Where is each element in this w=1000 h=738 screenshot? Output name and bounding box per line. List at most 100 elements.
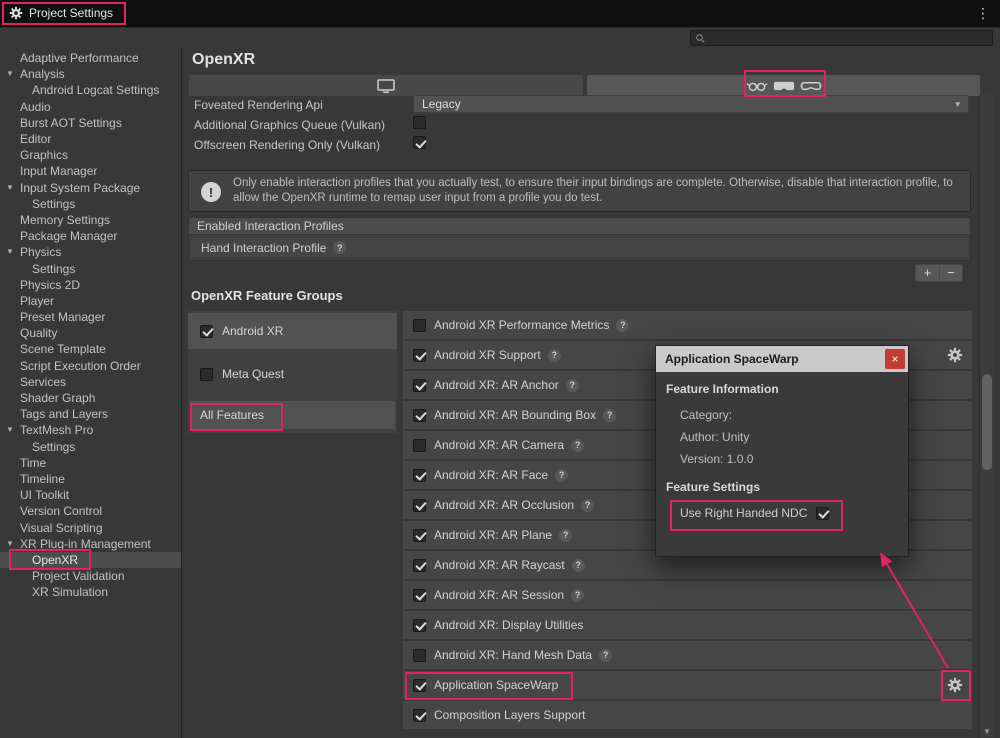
sidebar-item-label: Editor [20,132,51,146]
kebab-menu-icon[interactable]: ⋮ [976,5,990,22]
sidebar-item-package-manager[interactable]: Package Manager [0,228,181,244]
help-icon[interactable]: ? [571,589,584,602]
sidebar-item-settings[interactable]: Settings [0,196,181,212]
help-icon[interactable]: ? [555,469,568,482]
sidebar-item-preset-manager[interactable]: Preset Manager [0,309,181,325]
help-icon[interactable]: ? [572,559,585,572]
sidebar-item-scene-template[interactable]: Scene Template [0,341,181,357]
sidebar-item-services[interactable]: Services [0,374,181,390]
feature-row-android-xr-performance-metrics[interactable]: Android XR Performance Metrics? [403,311,972,339]
sidebar-item-input-system-package[interactable]: ▼Input System Package [0,180,181,196]
use-right-handed-ndc-checkbox[interactable] [816,507,829,520]
search-box[interactable] [690,30,993,46]
feature-row-android-xr-hand-mesh-data[interactable]: Android XR: Hand Mesh Data? [403,641,972,669]
sidebar-item-android-logcat-settings[interactable]: Android Logcat Settings [0,82,181,98]
additional-graphics-queue-checkbox[interactable] [413,116,426,129]
sidebar-item-analysis[interactable]: ▼Analysis [0,66,181,82]
help-icon[interactable]: ? [599,649,612,662]
feature-checkbox[interactable] [413,589,426,602]
foveated-rendering-api-dropdown[interactable]: Legacy ▾ [413,95,969,113]
gear-icon[interactable] [947,677,963,693]
feature-row-application-spacewarp[interactable]: Application SpaceWarp [403,671,972,699]
feature-checkbox[interactable] [413,529,426,542]
sidebar-item-shader-graph[interactable]: Shader Graph [0,390,181,406]
popup-close-button[interactable]: × [885,349,905,369]
sidebar-item-memory-settings[interactable]: Memory Settings [0,212,181,228]
feature-label: Android XR: Display Utilities [434,618,583,632]
feature-checkbox[interactable] [413,679,426,692]
feature-checkbox[interactable] [413,469,426,482]
feature-checkbox[interactable] [413,409,426,422]
feature-checkbox[interactable] [413,379,426,392]
feature-information-heading: Feature Information [666,382,779,396]
feature-checkbox[interactable] [413,559,426,572]
foldout-arrow-icon[interactable]: ▼ [6,183,14,192]
scrollbar-thumb[interactable] [982,374,992,470]
feature-row-composition-layers-support[interactable]: Composition Layers Support [403,701,972,729]
feature-group-label: Android XR [222,324,283,338]
foldout-arrow-icon[interactable]: ▼ [6,539,14,548]
all-features-button[interactable]: All Features [190,401,395,429]
sidebar-item-editor[interactable]: Editor [0,131,181,147]
help-icon[interactable]: ? [548,349,561,362]
feature-row-android-xr-display-utilities[interactable]: Android XR: Display Utilities [403,611,972,639]
sidebar-item-timeline[interactable]: Timeline [0,471,181,487]
feature-group-checkbox[interactable] [200,325,213,338]
sidebar-item-input-manager[interactable]: Input Manager [0,163,181,179]
sidebar-item-openxr[interactable]: OpenXR [0,552,181,568]
foldout-arrow-icon[interactable]: ▼ [6,425,14,434]
sidebar-item-script-execution-order[interactable]: Script Execution Order [0,358,181,374]
tab-desktop-platform[interactable] [188,74,584,97]
feature-group-meta-quest[interactable]: Meta Quest [188,357,397,391]
sidebar-item-quality[interactable]: Quality [0,325,181,341]
sidebar-item-audio[interactable]: Audio [0,99,181,115]
feature-group-android-xr[interactable]: Android XR [188,313,397,349]
help-icon[interactable]: ? [581,499,594,512]
sidebar-item-burst-aot-settings[interactable]: Burst AOT Settings [0,115,181,131]
sidebar-item-project-validation[interactable]: Project Validation [0,568,181,584]
sidebar-item-xr-plug-in-management[interactable]: ▼XR Plug-in Management [0,536,181,552]
vertical-scrollbar[interactable]: ▼ [979,95,994,738]
gear-icon[interactable] [947,347,963,363]
help-icon[interactable]: ? [603,409,616,422]
interaction-profiles-info-box: ! Only enable interaction profiles that … [188,170,971,212]
feature-checkbox[interactable] [413,499,426,512]
sidebar-item-settings[interactable]: Settings [0,439,181,455]
sidebar-item-ui-toolkit[interactable]: UI Toolkit [0,487,181,503]
tab-xr-platform[interactable] [586,74,981,97]
feature-checkbox[interactable] [413,649,426,662]
sidebar-item-adaptive-performance[interactable]: Adaptive Performance [0,50,181,66]
feature-checkbox[interactable] [413,709,426,722]
foldout-arrow-icon[interactable]: ▼ [6,247,14,256]
foldout-arrow-icon[interactable]: ▼ [6,69,14,78]
remove-profile-button[interactable]: − [939,265,962,281]
sidebar-item-physics-2d[interactable]: Physics 2D [0,277,181,293]
sidebar-item-version-control[interactable]: Version Control [0,503,181,519]
sidebar-item-physics[interactable]: ▼Physics [0,244,181,260]
feature-label: Application SpaceWarp [434,678,558,692]
sidebar-item-settings[interactable]: Settings [0,260,181,276]
feature-checkbox[interactable] [413,439,426,452]
interaction-profile-row[interactable]: Hand Interaction Profile ? [191,238,968,257]
sidebar-item-textmesh-pro[interactable]: ▼TextMesh Pro [0,422,181,438]
sidebar-item-graphics[interactable]: Graphics [0,147,181,163]
sidebar-item-xr-simulation[interactable]: XR Simulation [0,584,181,600]
sidebar-item-visual-scripting[interactable]: Visual Scripting [0,519,181,535]
scrollbar-down-arrow-icon[interactable]: ▼ [980,727,994,736]
help-icon[interactable]: ? [571,439,584,452]
sidebar-item-player[interactable]: Player [0,293,181,309]
feature-checkbox[interactable] [413,619,426,632]
help-icon[interactable]: ? [616,319,629,332]
offscreen-rendering-only-checkbox[interactable] [413,136,426,149]
feature-checkbox[interactable] [413,349,426,362]
help-icon[interactable]: ? [559,529,572,542]
feature-checkbox[interactable] [413,319,426,332]
sidebar-item-time[interactable]: Time [0,455,181,471]
add-profile-button[interactable]: + [916,265,939,281]
search-input[interactable] [706,32,988,44]
help-icon[interactable]: ? [566,379,579,392]
feature-row-android-xr-ar-session[interactable]: Android XR: AR Session? [403,581,972,609]
feature-group-checkbox[interactable] [200,368,213,381]
sidebar-item-tags-and-layers[interactable]: Tags and Layers [0,406,181,422]
help-icon[interactable]: ? [333,241,346,254]
